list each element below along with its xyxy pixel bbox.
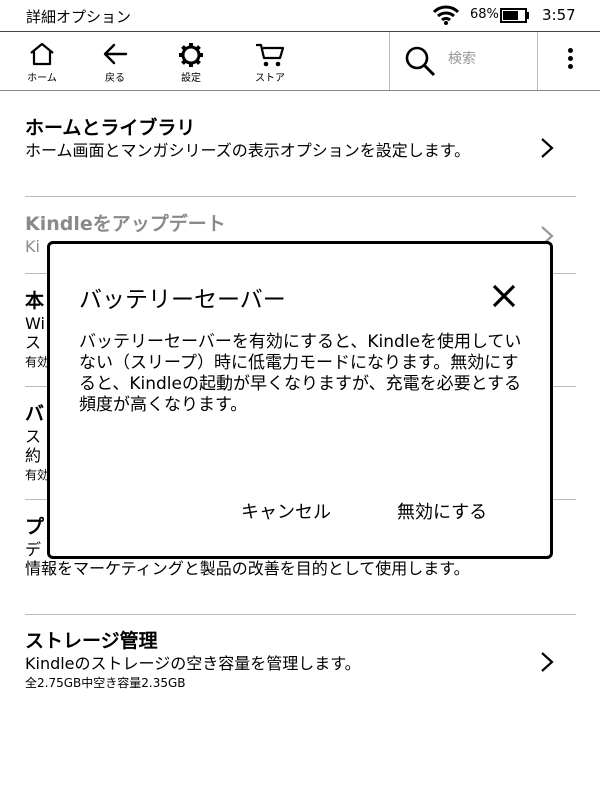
close-icon[interactable] [491, 283, 517, 309]
back-arrow-icon [103, 43, 128, 65]
status-bar: 詳細オプション 68% 3:57 [0, 0, 600, 31]
cancel-button[interactable]: キャンセル [241, 498, 331, 524]
item-desc: Kindleのストレージの空き容量を管理します。 [25, 654, 361, 673]
disable-button[interactable]: 無効にする [397, 498, 487, 524]
home-icon [30, 42, 54, 66]
search-input[interactable] [448, 51, 528, 67]
back-button[interactable]: 戻る [85, 32, 145, 90]
chevron-right-icon [541, 138, 554, 158]
battery-icon [500, 8, 529, 23]
page-title: 詳細オプション [26, 8, 132, 26]
settings-button[interactable]: 設定 [161, 32, 221, 90]
settings-label: 設定 [181, 73, 201, 84]
dialog-title: バッテリーセーバー [79, 287, 286, 313]
setting-storage[interactable]: ストレージ管理 Kindleのストレージの空き容量を管理します。 全2.75GB… [25, 628, 576, 698]
dot-icon [567, 56, 573, 61]
gear-icon [179, 43, 203, 67]
battery-percent: 68% [470, 7, 499, 22]
back-label: 戻る [105, 73, 125, 84]
item-title: ホームとライブラリ [25, 117, 196, 139]
chevron-right-icon [541, 652, 554, 672]
store-label: ストア [255, 73, 285, 84]
clock: 3:57 [542, 6, 576, 24]
cart-icon [256, 43, 285, 67]
item-desc: 情報をマーケティングと製品の改善を目的として使用します。 [25, 559, 470, 578]
wifi-icon [433, 5, 459, 25]
battery-saver-dialog: バッテリーセーバー バッテリーセーバーを有効にすると、Kindleを使用していな… [47, 241, 553, 559]
home-button[interactable]: ホーム [12, 32, 72, 90]
store-button[interactable]: ストア [240, 32, 300, 90]
item-title: ストレージ管理 [25, 630, 158, 652]
setting-home-library[interactable]: ホームとライブラリ ホーム画面とマンガシリーズの表示オプションを設定します。 [25, 115, 576, 197]
home-label: ホーム [27, 73, 57, 84]
dot-icon [567, 48, 573, 53]
more-menu-button[interactable] [558, 48, 582, 74]
item-status: 全2.75GB中空き容量2.35GB [25, 676, 186, 690]
search-icon [405, 46, 436, 77]
toolbar: ホーム 戻る 設定 ストア [0, 31, 600, 91]
dialog-message: バッテリーセーバーを有効にすると、Kindleを使用していない（スリープ）時に低… [79, 332, 522, 415]
dot-icon [567, 64, 573, 69]
item-desc: ホーム画面とマンガシリーズの表示オプションを設定します。 [25, 141, 471, 160]
item-title: Kindleをアップデート [25, 213, 226, 235]
search-box[interactable] [389, 32, 538, 90]
